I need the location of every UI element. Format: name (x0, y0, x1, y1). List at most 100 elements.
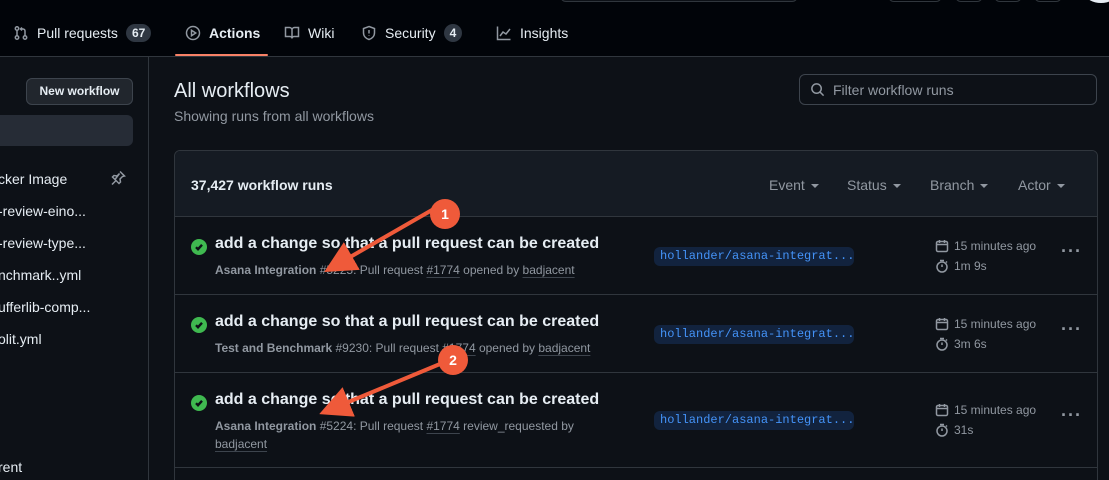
book-icon (284, 26, 300, 39)
run-time: 15 minutes ago (935, 317, 1036, 331)
header-button[interactable] (955, 0, 983, 2)
calendar-icon (935, 318, 949, 331)
run-duration: 31s (935, 423, 973, 437)
event-filter-dropdown[interactable]: Event (769, 177, 819, 193)
success-check-icon (191, 395, 207, 411)
sidebar-item-workflow[interactable]: cker Image (0, 171, 67, 187)
time-ago: 15 minutes ago (954, 239, 1037, 253)
pr-link[interactable]: #1774 (426, 419, 459, 433)
runs-list-header: 37,427 workflow runs Event Status Branch… (175, 151, 1097, 217)
dropdown-label: Branch (930, 177, 975, 193)
run-title[interactable]: add a change so that a pull request can … (215, 313, 599, 331)
sidebar-item-workflow[interactable]: olit.yml (0, 331, 42, 347)
pin-icon[interactable] (110, 170, 126, 186)
kebab-menu-icon[interactable]: ··· (1061, 319, 1082, 340)
page-subtitle: Showing runs from all workflows (174, 108, 374, 124)
duration: 3m 6s (954, 337, 987, 351)
meta-text: opened by (459, 263, 523, 277)
run-duration: 3m 6s (935, 337, 987, 351)
graph-icon (496, 26, 511, 41)
caret-down-icon (980, 183, 989, 188)
branch-label[interactable]: hollander/asana-integrat... (654, 325, 854, 344)
meta-text: : Pull request (353, 263, 427, 277)
branch-label[interactable]: hollander/asana-integrat... (654, 411, 854, 430)
actor-filter-dropdown[interactable]: Actor (1018, 177, 1065, 193)
kebab-menu-icon[interactable]: ··· (1061, 241, 1082, 262)
sidebar-item-workflow[interactable]: -review-eino... (0, 203, 86, 219)
duration: 31s (954, 423, 974, 437)
stopwatch-icon (936, 259, 948, 273)
calendar-icon (935, 240, 949, 253)
run-meta: Test and Benchmark #9230: Pull request #… (215, 339, 590, 357)
tab-label: Wiki (308, 25, 335, 41)
header-button[interactable] (1034, 0, 1062, 2)
time-ago: 15 minutes ago (954, 403, 1037, 417)
sidebar-item-workflow[interactable]: rent (0, 459, 22, 475)
tab-label: Insights (520, 25, 569, 41)
user-link[interactable]: badjacent (215, 437, 267, 451)
tab-actions[interactable]: Actions (185, 20, 260, 46)
tab-label: Pull requests (37, 25, 118, 41)
counter-badge: 67 (125, 24, 152, 42)
workflow-runs-list: 37,427 workflow runs Event Status Branch… (174, 150, 1098, 480)
pull-request-icon (14, 26, 28, 40)
table-row[interactable]: add a change so that a pull request can … (175, 373, 1097, 468)
header-button[interactable] (888, 0, 942, 2)
pr-link[interactable]: #1774 (426, 263, 459, 277)
sidebar-item-all-workflows[interactable] (0, 115, 133, 146)
run-meta: Asana Integration #5224: Pull request #1… (215, 417, 600, 453)
kebab-menu-icon[interactable]: ··· (1061, 405, 1082, 426)
page-title: All workflows (174, 80, 290, 102)
duration: 1m 9s (954, 259, 987, 273)
user-link[interactable]: badjacent (538, 341, 590, 355)
sidebar-item-workflow[interactable]: nchmark..yml (0, 267, 81, 283)
tab-insights[interactable]: Insights (496, 20, 568, 46)
filter-runs-input[interactable] (833, 81, 1083, 98)
table-row[interactable]: add a change so that a pull request can … (175, 295, 1097, 373)
shield-icon (362, 25, 376, 41)
repo-nav-bar: Pull requests 67 Actions Wiki Security 4… (0, 0, 1109, 57)
tab-security[interactable]: Security 4 (361, 20, 463, 46)
annotation-badge: 2 (438, 345, 468, 375)
tab-label: Security (385, 25, 436, 41)
run-duration: 1m 9s (935, 259, 987, 273)
tab-wiki[interactable]: Wiki (284, 20, 334, 46)
branch-filter-dropdown[interactable]: Branch (930, 177, 989, 193)
run-title[interactable]: add a change so that a pull request can … (215, 391, 599, 409)
caret-down-icon (810, 183, 819, 188)
new-workflow-button[interactable]: New workflow (26, 78, 133, 105)
caret-down-icon (1056, 183, 1065, 188)
run-time: 15 minutes ago (935, 403, 1036, 417)
play-icon (185, 25, 201, 41)
sidebar-item-workflow[interactable]: -review-type... (0, 235, 86, 251)
workflow-name: Asana Integration (215, 263, 317, 277)
filter-runs-field[interactable] (799, 74, 1097, 105)
table-row[interactable]: add a change so that a pull request can … (175, 217, 1097, 295)
meta-text: review_requested by (459, 419, 574, 433)
calendar-icon (935, 404, 949, 417)
run-title[interactable]: add a change so that a pull request can … (215, 235, 599, 253)
run-number: #9230 (335, 341, 369, 355)
tab-label: Actions (209, 25, 261, 41)
dropdown-label: Status (847, 177, 887, 193)
run-number: #5225 (319, 263, 354, 277)
branch-label[interactable]: hollander/asana-integrat... (654, 247, 854, 266)
meta-text: : Pull request (353, 419, 427, 433)
time-ago: 15 minutes ago (954, 317, 1037, 331)
tab-pull-requests[interactable]: Pull requests 67 (13, 20, 152, 46)
status-filter-dropdown[interactable]: Status (847, 177, 901, 193)
search-icon (811, 83, 825, 97)
global-search-input[interactable] (560, 0, 798, 2)
header-button[interactable] (994, 0, 1022, 2)
run-meta: Asana Integration #5225: Pull request #1… (215, 261, 575, 279)
stopwatch-icon (936, 337, 948, 351)
workflow-name: Test and Benchmark (215, 341, 333, 355)
avatar[interactable] (1086, 0, 1109, 3)
dropdown-label: Event (769, 177, 805, 193)
stopwatch-icon (936, 423, 948, 437)
success-check-icon (191, 239, 207, 255)
dropdown-label: Actor (1018, 177, 1051, 193)
sidebar-item-workflow[interactable]: ufferlib-comp... (0, 299, 90, 315)
user-link[interactable]: badjacent (523, 263, 575, 277)
run-time: 15 minutes ago (935, 239, 1036, 253)
